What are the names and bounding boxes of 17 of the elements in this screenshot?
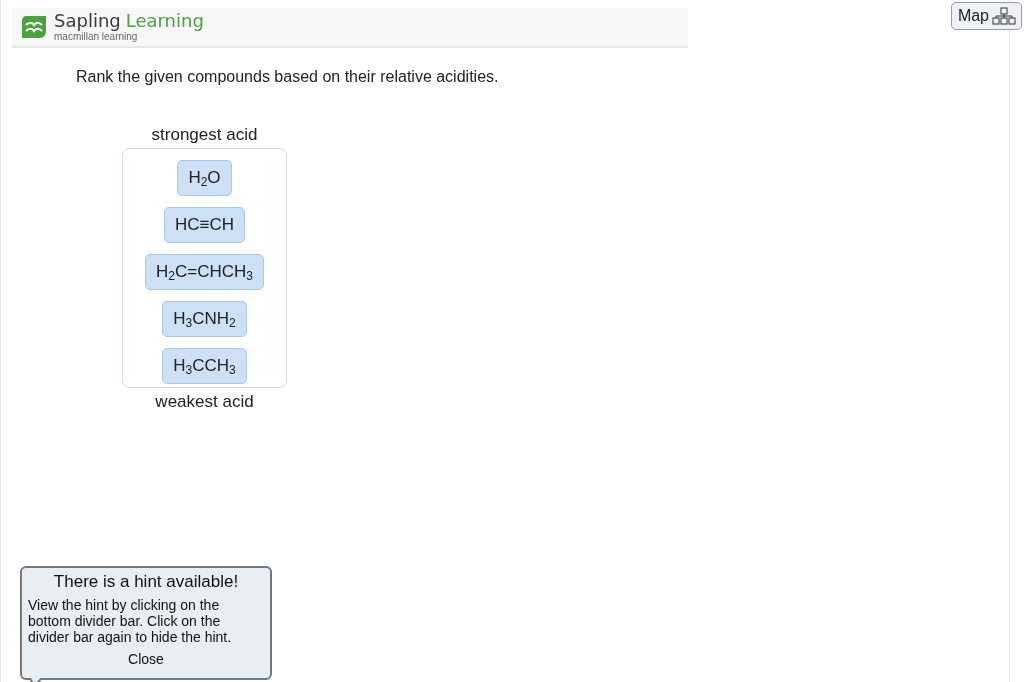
brand-name-accent: Learning — [125, 11, 204, 31]
brand-name: Sapling — [54, 11, 121, 31]
hint-title: There is a hint available! — [53, 572, 239, 592]
question-text: Rank the given compounds based on their relative acidities. — [76, 68, 500, 86]
compound-tile[interactable]: H$_{2}$C=CHCH$_{3}$ — [145, 254, 264, 290]
compound-tile[interactable]: H$_{3}$CCH$_{3}$ — [162, 348, 247, 384]
brand-tagline: macmillan learning — [54, 31, 139, 43]
hint-text: View the hint by clicking on the bottom divider bar. Click on the divider bar again to hide the hint. — [28, 597, 233, 645]
compound-tile[interactable]: H$_{3}$CNH$_{2}$ — [162, 301, 247, 337]
close-link[interactable]: Close — [128, 651, 164, 667]
sitemap-icon — [991, 7, 1017, 25]
bottom-rank-label: weakest acid — [155, 392, 254, 412]
map-button[interactable]: Map — [950, 2, 1022, 30]
compound-tile[interactable]: H$_{2}$O — [177, 160, 232, 196]
logo-icon — [20, 14, 48, 40]
compound-tile[interactable]: HC≡CH — [164, 207, 245, 243]
top-rank-label: strongest acid — [151, 125, 258, 145]
